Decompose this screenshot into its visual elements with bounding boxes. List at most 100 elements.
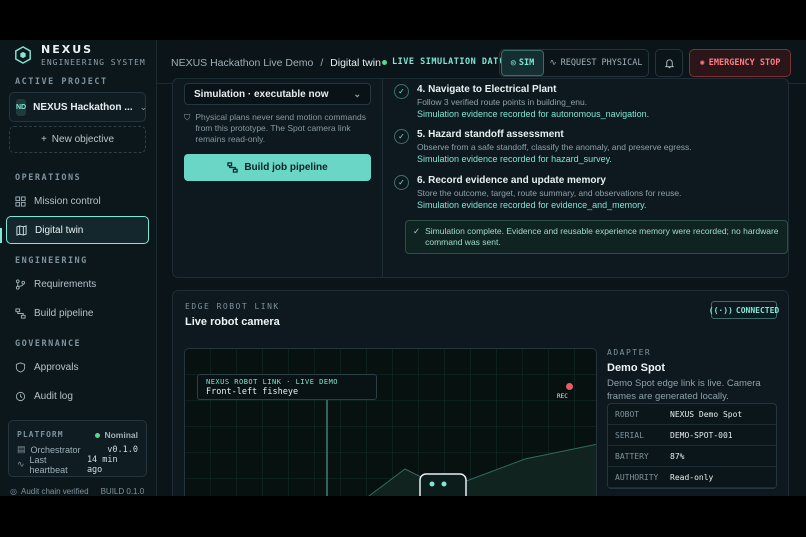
job-pipeline-panel: Simulation · executable now ⌄ ⛉ Physical… bbox=[172, 78, 789, 278]
safety-note-text: Physical plans never send motion command… bbox=[195, 112, 366, 144]
audit-footer: ◎ Audit chain verified BUILD 0.1.0 bbox=[10, 487, 150, 496]
live-data-label: LIVE SIMULATION DATA bbox=[392, 57, 505, 67]
server-icon: ▤ bbox=[17, 444, 26, 454]
build-job-pipeline-button[interactable]: Build job pipeline bbox=[184, 154, 371, 181]
table-row: SERIAL DEMO-SPOT-001 bbox=[608, 425, 776, 446]
sidebar: NEXUS ENGINEERING SYSTEM ACTIVE PROJECT … bbox=[0, 40, 157, 496]
row-value: DEMO-SPOT-001 bbox=[670, 430, 733, 440]
new-objective-label: New objective bbox=[51, 134, 115, 145]
platform-row-value: 14 min ago bbox=[86, 454, 118, 475]
grid-icon bbox=[15, 195, 26, 207]
adapter-info: ADAPTER Demo Spot Demo Spot edge link is… bbox=[607, 348, 777, 489]
sidebar-item-approvals[interactable]: Approvals bbox=[6, 353, 149, 381]
new-objective-button[interactable]: + New objective bbox=[9, 126, 146, 153]
connection-status-badge: ((·)) CONNECTED bbox=[708, 301, 780, 319]
platform-label: PLATFORM bbox=[17, 430, 64, 439]
safety-note: ⛉ Physical plans never send motion comma… bbox=[184, 112, 374, 145]
simulation-complete-text: Simulation complete. Evidence and reusab… bbox=[425, 226, 779, 247]
sidebar-item-mission-control[interactable]: Mission control bbox=[6, 187, 149, 215]
live-robot-camera-title: Live robot camera bbox=[185, 316, 280, 328]
recording-dot-icon bbox=[566, 383, 573, 390]
robot-link-panel: EDGE ROBOT LINK Live robot camera ((·)) … bbox=[172, 290, 789, 496]
robot-details-table: ROBOT NEXUS Demo Spot SERIAL DEMO-SPOT-0… bbox=[607, 403, 777, 489]
step-title: 5. Hazard standoff assessment bbox=[417, 129, 564, 140]
project-selector[interactable]: ND NEXUS Hackathon ... ⌄ bbox=[9, 92, 148, 122]
map-icon bbox=[16, 224, 27, 236]
breadcrumb-separator: / bbox=[320, 57, 324, 69]
emergency-stop-label: EMERGENCY STOP bbox=[708, 58, 781, 68]
platform-header: PLATFORM Nominal bbox=[17, 427, 138, 442]
project-name: NEXUS Hackathon ... bbox=[33, 101, 133, 113]
pulse-icon: ∿ bbox=[17, 459, 25, 469]
platform-row-key: Last heartbeat bbox=[29, 454, 68, 475]
alert-siren-icon: ✺ bbox=[699, 58, 705, 68]
main-content: Simulation · executable now ⌄ ⛉ Physical… bbox=[157, 78, 806, 496]
platform-status-text: Nominal bbox=[104, 429, 138, 440]
sidebar-item-requirements[interactable]: Requirements bbox=[6, 270, 149, 298]
table-row: AUTHORITY Read-only bbox=[608, 467, 776, 488]
active-project-label: ACTIVE PROJECT bbox=[15, 77, 108, 87]
plus-icon: + bbox=[40, 134, 47, 145]
sidebar-item-audit-log[interactable]: Audit log bbox=[6, 382, 149, 410]
sim-label: SIM bbox=[518, 58, 535, 68]
project-avatar: ND bbox=[16, 98, 27, 116]
row-key: AUTHORITY bbox=[615, 472, 659, 482]
breadcrumb-parent[interactable]: NEXUS Hackathon Live Demo bbox=[171, 57, 313, 69]
step-title: 6. Record evidence and update memory bbox=[417, 175, 606, 186]
sidebar-item-build-pipeline[interactable]: Build pipeline bbox=[6, 299, 149, 327]
check-circle-icon: ✓ bbox=[413, 226, 421, 236]
request-physical-label: REQUEST PHYSICAL bbox=[560, 58, 643, 68]
row-key: BATTERY bbox=[615, 451, 649, 461]
workflow-icon bbox=[227, 162, 239, 173]
emergency-stop-button[interactable]: ✺ EMERGENCY STOP bbox=[689, 49, 791, 77]
step-evidence: Simulation evidence recorded for evidenc… bbox=[417, 200, 647, 210]
step-evidence: Simulation evidence recorded for hazard_… bbox=[417, 154, 612, 164]
history-icon bbox=[15, 391, 26, 401]
app-window: NEXUS ENGINEERING SYSTEM ACTIVE PROJECT … bbox=[0, 40, 806, 496]
shield-icon bbox=[15, 361, 26, 373]
build-version: BUILD 0.1.0 bbox=[100, 487, 145, 496]
mode-toggle: ◎ SIM ∿ REQUEST PHYSICAL bbox=[499, 49, 649, 77]
sidebar-item-label: Digital twin bbox=[35, 224, 84, 236]
execution-mode-select[interactable]: Simulation · executable now ⌄ bbox=[184, 83, 371, 105]
audit-chain-status: Audit chain verified bbox=[20, 487, 89, 496]
notifications-button[interactable] bbox=[655, 49, 683, 77]
table-row: BATTERY 87% bbox=[608, 446, 776, 467]
connection-status-text: CONNECTED bbox=[735, 305, 780, 315]
table-row: ROBOT NEXUS Demo Spot bbox=[608, 404, 776, 425]
chevron-down-icon: ⌄ bbox=[353, 88, 361, 99]
sim-mode-button[interactable]: ◎ SIM bbox=[501, 50, 544, 76]
step-title: 4. Navigate to Electrical Plant bbox=[417, 84, 557, 95]
rec-label: REC bbox=[557, 393, 568, 400]
signal-icon: ((·)) bbox=[708, 305, 733, 315]
check-circle-icon: ✓ bbox=[394, 175, 409, 190]
check-circle-icon: ✓ bbox=[394, 84, 409, 99]
chevron-down-icon: ⌄ bbox=[139, 101, 148, 112]
step-description: Observe from a safe standoff, classify t… bbox=[417, 142, 692, 152]
brand-subtitle: ENGINEERING SYSTEM bbox=[41, 58, 146, 67]
check-circle-icon: ✓ bbox=[394, 129, 409, 144]
sidebar-item-label: Build pipeline bbox=[34, 307, 94, 319]
execution-mode-value: Simulation · executable now bbox=[194, 88, 329, 100]
sim-target-icon: ◎ bbox=[510, 58, 516, 68]
camera-feed: NEXUS ROBOT LINK · LIVE DEMO Front-left … bbox=[184, 348, 597, 496]
platform-status: Nominal bbox=[95, 430, 138, 440]
row-value: Read-only bbox=[670, 472, 714, 482]
workflow-icon bbox=[15, 307, 26, 319]
row-value: NEXUS Demo Spot bbox=[670, 409, 743, 419]
row-key: ROBOT bbox=[615, 409, 640, 419]
brand: NEXUS ENGINEERING SYSTEM bbox=[14, 43, 146, 67]
sidebar-item-digital-twin[interactable]: Digital twin bbox=[6, 216, 149, 244]
camera-overlay-title: NEXUS ROBOT LINK · LIVE DEMO bbox=[206, 378, 339, 386]
sidebar-item-label: Mission control bbox=[34, 195, 101, 207]
platform-row: ∿ Last heartbeat 14 min ago bbox=[17, 454, 138, 475]
pipeline-controls: Simulation · executable now ⌄ ⛉ Physical… bbox=[173, 79, 383, 277]
step-evidence: Simulation evidence recorded for autonom… bbox=[417, 109, 650, 119]
request-physical-button[interactable]: ∿ REQUEST PHYSICAL bbox=[544, 58, 648, 68]
camera-name: Front-left fisheye bbox=[206, 387, 299, 397]
sidebar-item-label: Approvals bbox=[34, 361, 79, 373]
step-description: Store the outcome, target, route summary… bbox=[417, 188, 682, 198]
row-key: SERIAL bbox=[615, 430, 644, 440]
nexus-logo-icon bbox=[15, 46, 31, 64]
camera-scene bbox=[185, 349, 596, 496]
